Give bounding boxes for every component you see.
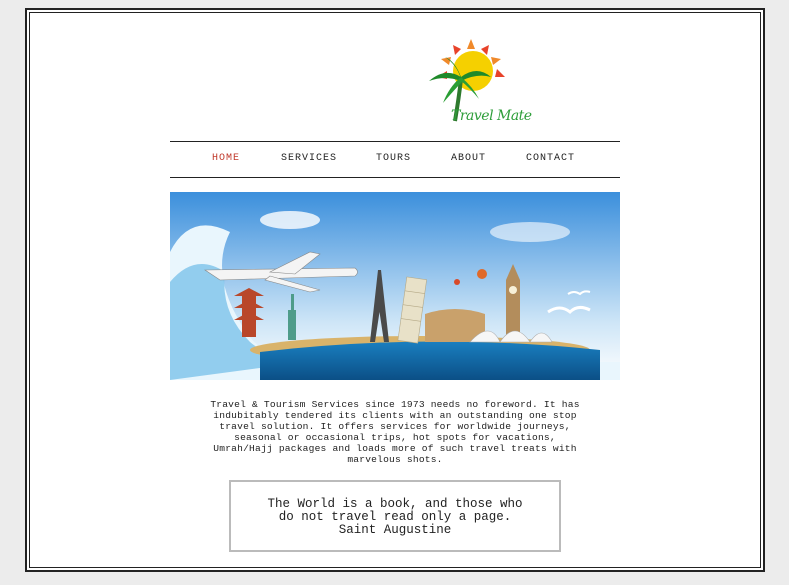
- intro-line: Umrah/Hajj packages and loads more of su…: [213, 443, 577, 454]
- intro-line: marvelous shots.: [347, 454, 443, 465]
- quote-author: Saint Augustine: [338, 523, 452, 537]
- logo-text[interactable]: Travel Mate: [451, 108, 532, 124]
- nav-services[interactable]: SERVICES: [281, 153, 337, 164]
- page-frame: Travel Mate HOME SERVICES TOURS ABOUT CO…: [25, 8, 765, 572]
- quote-box: The World is a book, and those who do no…: [229, 480, 561, 552]
- hero-banner-image: [170, 192, 620, 380]
- nav-home[interactable]: HOME: [212, 153, 240, 164]
- nav-contact[interactable]: CONTACT: [526, 153, 575, 164]
- intro-line: travel solution. It offers services for …: [219, 421, 571, 432]
- nav-tours[interactable]: TOURS: [376, 153, 411, 164]
- nav-about[interactable]: ABOUT: [451, 153, 486, 164]
- intro-paragraph: Travel & Tourism Services since 1973 nee…: [170, 399, 620, 465]
- intro-line: indubitably tendered its clients with an…: [213, 410, 577, 421]
- main-nav: HOME SERVICES TOURS ABOUT CONTACT: [170, 141, 620, 178]
- intro-line: seasonal or occasional trips, hot spots …: [234, 432, 556, 443]
- intro-line: Travel & Tourism Services since 1973 nee…: [210, 399, 580, 410]
